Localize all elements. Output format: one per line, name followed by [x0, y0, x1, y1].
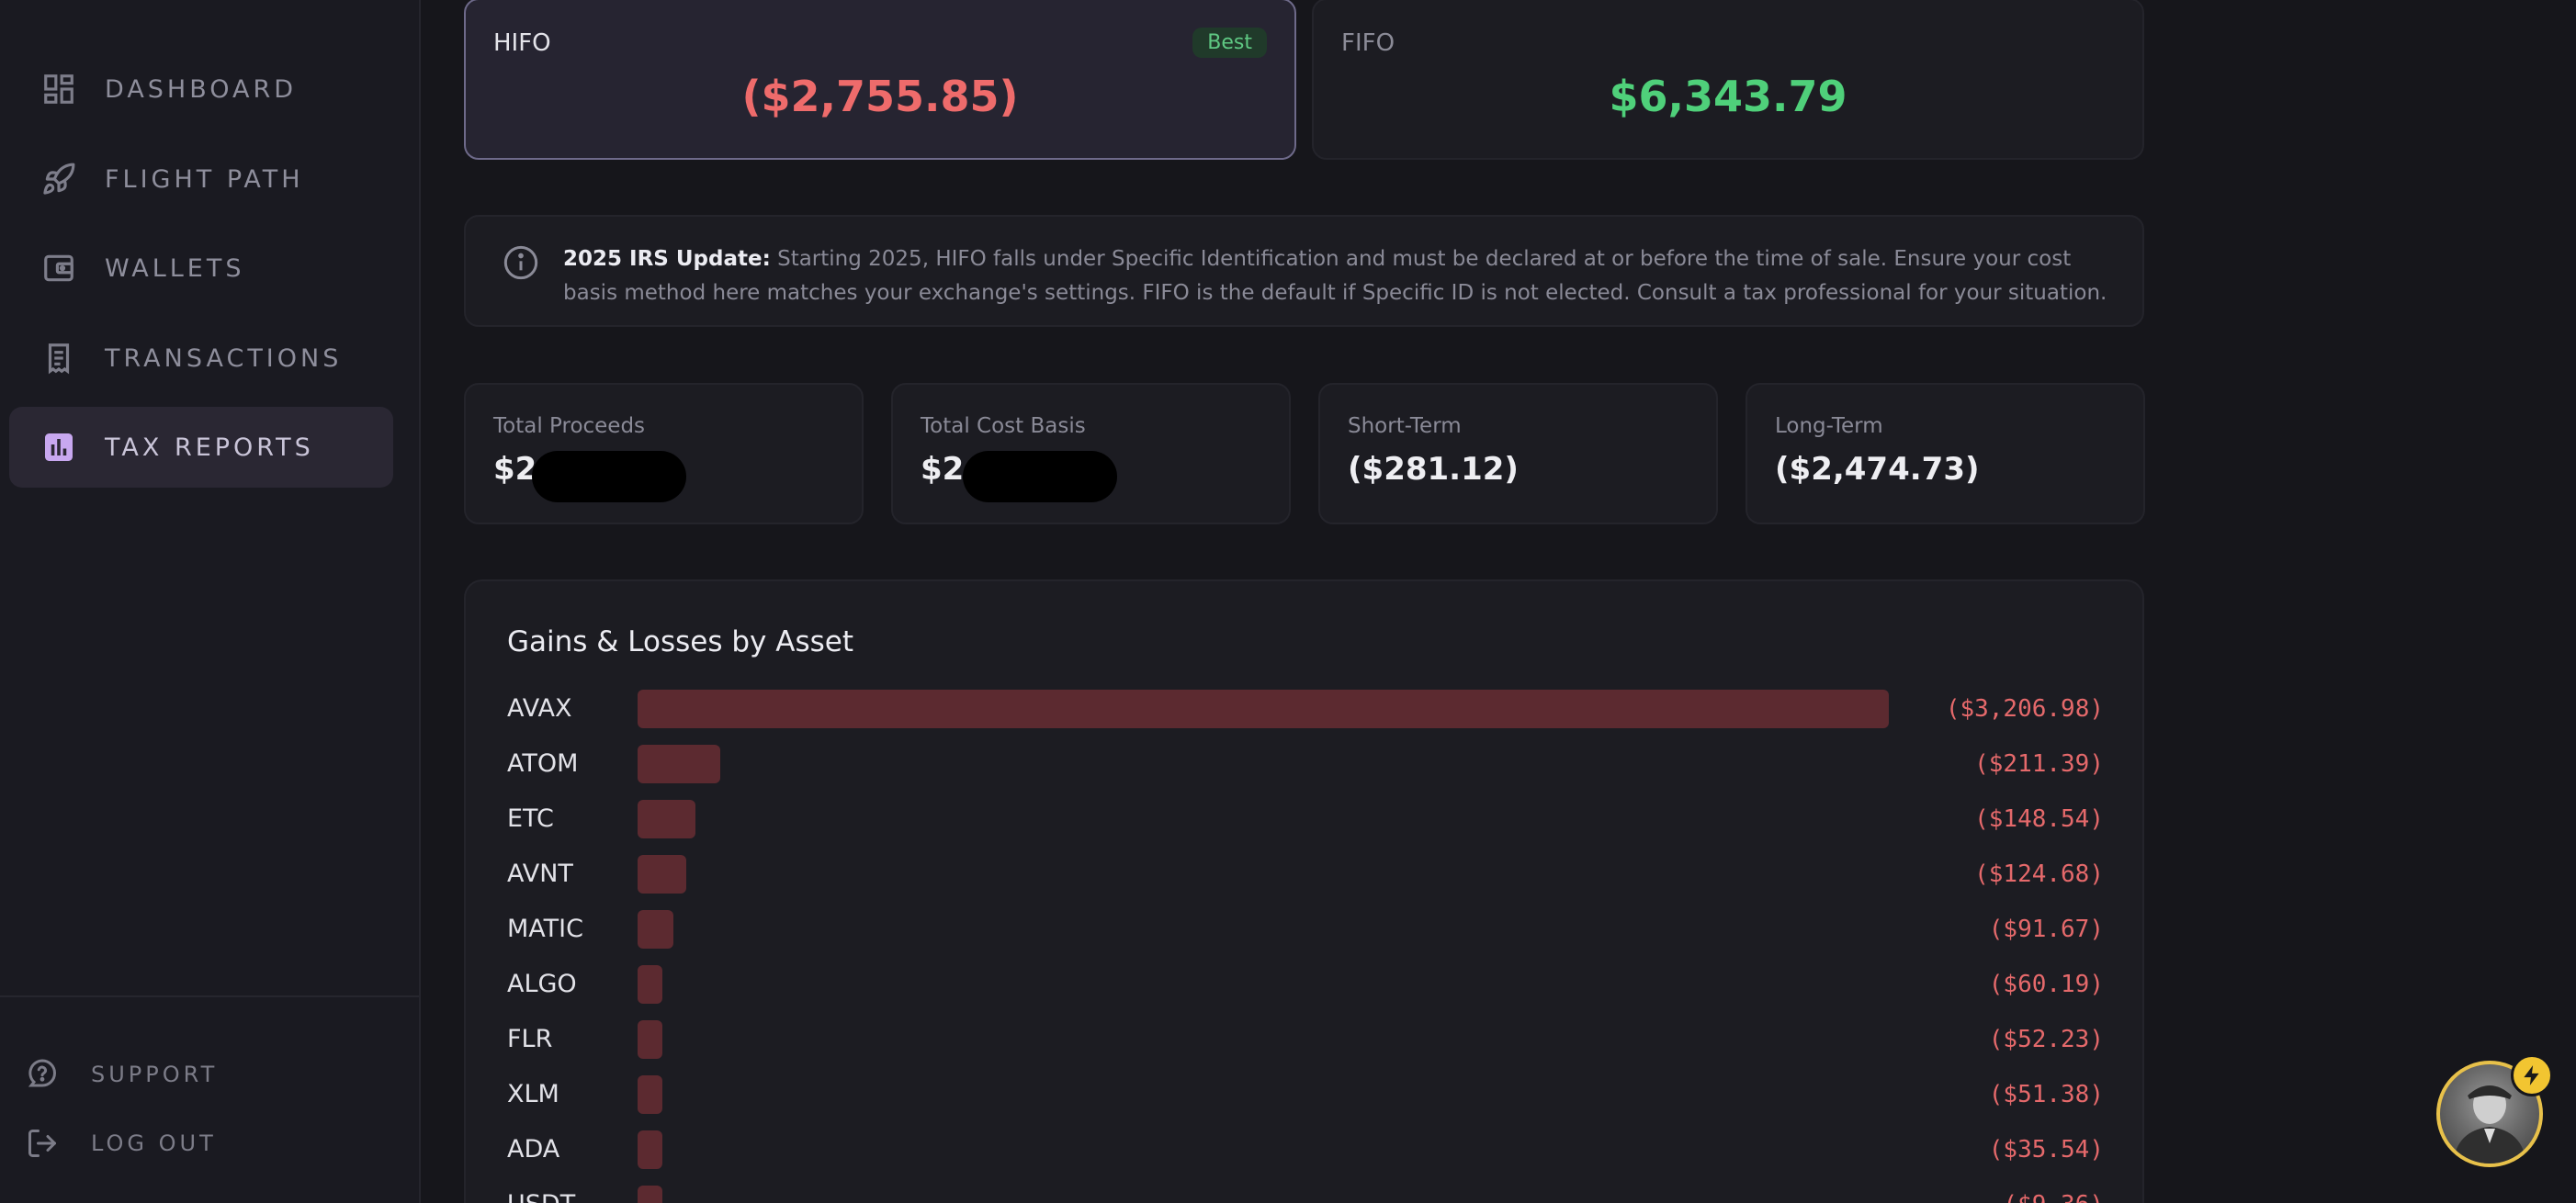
sidebar-item-label: WALLETS: [105, 253, 245, 283]
sidebar-item-flight-path[interactable]: FLIGHT PATH: [9, 139, 393, 219]
dashboard-icon: [39, 69, 79, 109]
stat-value: $2: [921, 451, 965, 488]
method-name: FIFO: [1341, 29, 1395, 57]
rocket-icon: [39, 159, 79, 199]
logout-icon: [24, 1125, 61, 1162]
bar-value-label: ($60.19): [1988, 971, 2104, 998]
bar-value-label: ($52.23): [1988, 1026, 2104, 1053]
asset-label: AVNT: [507, 860, 573, 888]
stat-label: Total Proceeds: [493, 414, 646, 438]
bar-value-label: ($9.36): [2003, 1186, 2104, 1203]
wallet-icon: [39, 248, 79, 288]
redaction-mask: [963, 451, 1117, 502]
bar-value-label: ($124.68): [1974, 860, 2104, 888]
asset-label: ATOM: [507, 749, 579, 778]
stat-card-short-term: Short-Term ($281.12): [1318, 383, 1718, 524]
notice-body: Starting 2025, HIFO falls under Specific…: [563, 247, 2107, 305]
sidebar-item-label: DASHBOARD: [105, 74, 298, 104]
method-card-hifo[interactable]: HIFO Best ($2,755.85): [464, 0, 1296, 160]
bar-value-label: ($35.54): [1988, 1136, 2104, 1164]
asset-label: XLM: [507, 1080, 559, 1108]
sidebar-item-label: FLIGHT PATH: [105, 164, 304, 194]
asset-label: AVAX: [507, 694, 572, 723]
irs-notice: 2025 IRS Update: Starting 2025, HIFO fal…: [464, 215, 2144, 327]
sidebar-divider: [0, 995, 419, 997]
receipt-icon: [39, 338, 79, 378]
bar: [638, 1020, 662, 1059]
bar: [638, 1186, 662, 1203]
bar: [638, 745, 720, 783]
asset-label: ALGO: [507, 970, 577, 998]
bar: [638, 910, 673, 949]
stat-value: $2: [493, 451, 537, 488]
redaction-mask: [532, 451, 686, 502]
sidebar-item-label: SUPPORT: [91, 1062, 219, 1087]
sidebar-item-dashboard[interactable]: DASHBOARD: [9, 49, 393, 129]
stat-card-total-cost-basis: Total Cost Basis $2: [891, 383, 1291, 524]
chart-bars: AVAX ($3,206.98) ATOM ($211.39) ETC ($148.54)…: [466, 581, 2142, 1203]
bar: [638, 1130, 662, 1169]
help-circle-icon: [24, 1056, 61, 1093]
asset-label: FLR: [507, 1025, 553, 1053]
bar: [638, 965, 662, 1004]
bar: [638, 800, 696, 838]
stat-label: Total Cost Basis: [921, 414, 1086, 438]
stat-card-long-term: Long-Term ($2,474.73): [1746, 383, 2145, 524]
stat-label: Short-Term: [1348, 414, 1462, 438]
lightning-icon: [2511, 1054, 2553, 1096]
sidebar-item-label: TAX REPORTS: [105, 433, 314, 462]
stat-label: Long-Term: [1775, 414, 1883, 438]
method-card-fifo[interactable]: FIFO $6,343.79: [1312, 0, 2144, 160]
notice-title: 2025 IRS Update:: [563, 247, 771, 271]
sidebar-item-label: TRANSACTIONS: [105, 343, 343, 373]
sidebar-item-label: LOG OUT: [91, 1130, 217, 1156]
bar: [638, 855, 686, 894]
sidebar-item-tax-reports[interactable]: TAX REPORTS: [9, 407, 393, 488]
bar-chart-icon: [39, 427, 79, 467]
sidebar-item-wallets[interactable]: WALLETS: [9, 228, 393, 309]
bar-value-label: ($148.54): [1974, 805, 2104, 833]
bar: [638, 1075, 662, 1114]
bar: [638, 690, 1889, 728]
method-name: HIFO: [493, 29, 551, 57]
sidebar-item-transactions[interactable]: TRANSACTIONS: [9, 318, 393, 399]
bar-value-label: ($211.39): [1974, 750, 2104, 778]
stat-card-total-proceeds: Total Proceeds $2: [464, 383, 864, 524]
asset-label: ADA: [507, 1135, 560, 1164]
method-value: ($2,755.85): [741, 72, 1019, 121]
stat-value: ($281.12): [1348, 451, 1519, 488]
bar-value-label: ($91.67): [1988, 916, 2104, 943]
asset-label: MATIC: [507, 915, 583, 943]
best-badge: Best: [1192, 28, 1267, 58]
asset-label: ETC: [507, 804, 554, 833]
asset-label: USDT: [507, 1186, 575, 1203]
sidebar-item-support[interactable]: SUPPORT: [0, 1047, 419, 1102]
gains-losses-chart: Gains & Losses by Asset AVAX ($3,206.98) A…: [464, 579, 2144, 1203]
info-icon: [503, 244, 539, 281]
bar-value-label: ($51.38): [1988, 1081, 2104, 1108]
sidebar: DASHBOARD FLIGHT PATH WALLETS TRANSACTIO…: [0, 0, 421, 1203]
sidebar-item-logout[interactable]: LOG OUT: [0, 1116, 419, 1171]
bar-value-label: ($3,206.98): [1945, 695, 2104, 723]
method-value: $6,343.79: [1609, 72, 1847, 121]
stat-value: ($2,474.73): [1775, 451, 1980, 488]
notice-text: 2025 IRS Update: Starting 2025, HIFO fal…: [563, 242, 2116, 310]
